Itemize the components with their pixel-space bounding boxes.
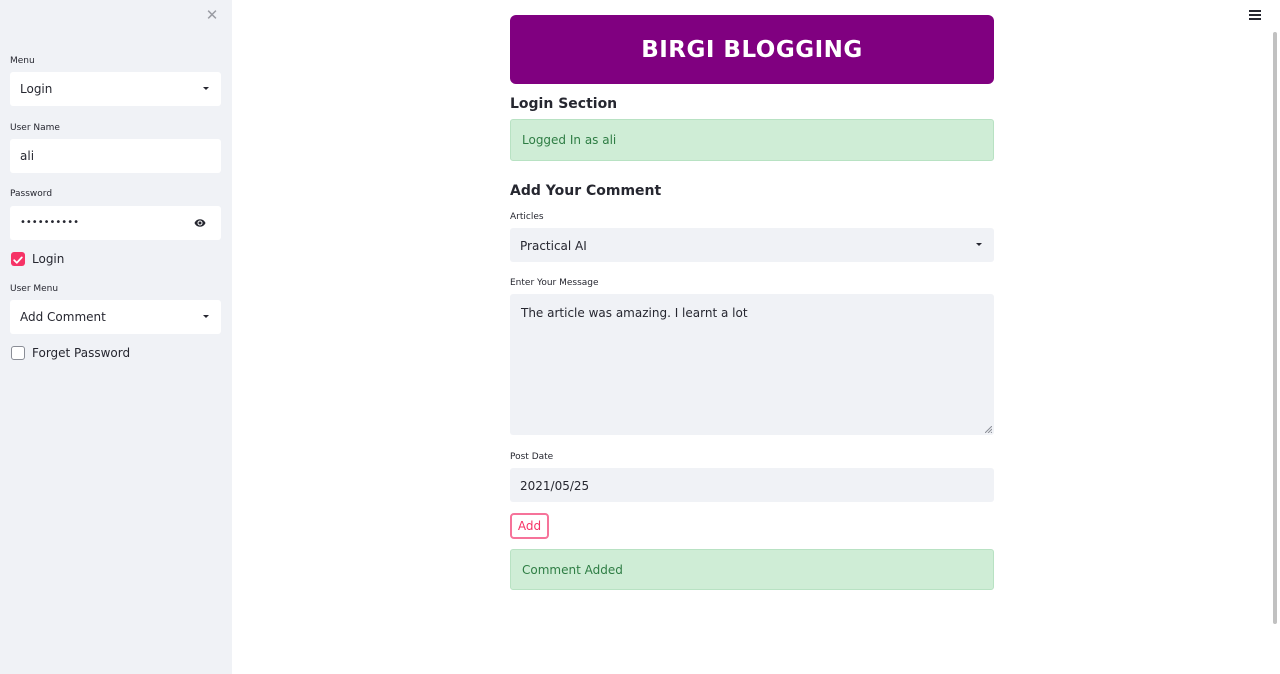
chevron-down-icon — [976, 243, 982, 246]
username-label: User Name — [10, 123, 60, 133]
scrollbar[interactable] — [1273, 32, 1277, 624]
post-date-value: 2021/05/25 — [520, 479, 590, 493]
message-textarea[interactable]: The article was amazing. I learnt a lot — [510, 294, 994, 435]
password-input[interactable]: •••••••••• — [10, 206, 221, 240]
chevron-down-icon — [203, 315, 209, 318]
login-status-alert: Logged In as ali — [510, 119, 994, 161]
page-title: BIRGI BLOGGING — [641, 36, 863, 63]
login-checkbox-label[interactable]: Login — [32, 252, 64, 266]
password-value: •••••••••• — [20, 217, 79, 228]
resize-grip-icon[interactable] — [985, 426, 992, 433]
checkmark-icon — [13, 256, 23, 264]
user-menu-select[interactable]: Add Comment — [10, 300, 221, 334]
comment-section-heading: Add Your Comment — [510, 183, 662, 199]
hamburger-menu-icon[interactable] — [1249, 10, 1261, 20]
page-title-banner: BIRGI BLOGGING — [510, 15, 994, 84]
forget-password-checkbox[interactable] — [11, 346, 25, 360]
articles-select[interactable]: Practical AI — [510, 228, 994, 262]
message-value: The article was amazing. I learnt a lot — [521, 306, 748, 320]
post-date-label: Post Date — [510, 452, 554, 462]
eye-icon[interactable] — [193, 217, 207, 229]
post-date-input[interactable]: 2021/05/25 — [510, 468, 994, 502]
sidebar: ✕ Menu Login User Name ali Password ••••… — [0, 0, 232, 674]
chevron-down-icon — [203, 87, 209, 90]
user-menu-label: User Menu — [10, 284, 59, 294]
articles-label: Articles — [510, 212, 544, 222]
forget-password-label[interactable]: Forget Password — [32, 346, 130, 360]
menu-label: Menu — [10, 56, 35, 66]
username-value: ali — [20, 149, 35, 163]
login-section-heading: Login Section — [510, 96, 618, 112]
articles-value: Practical AI — [520, 239, 587, 253]
comment-added-alert: Comment Added — [510, 549, 994, 590]
add-button[interactable]: Add — [510, 513, 549, 539]
login-checkbox[interactable] — [11, 252, 25, 266]
menu-select-value: Login — [20, 82, 53, 96]
message-label: Enter Your Message — [510, 278, 599, 288]
menu-select[interactable]: Login — [10, 72, 221, 106]
close-icon[interactable]: ✕ — [204, 6, 220, 24]
username-input[interactable]: ali — [10, 139, 221, 173]
login-status-text: Logged In as ali — [522, 133, 617, 147]
comment-added-text: Comment Added — [522, 563, 623, 577]
password-label: Password — [10, 189, 53, 199]
user-menu-value: Add Comment — [20, 310, 106, 324]
